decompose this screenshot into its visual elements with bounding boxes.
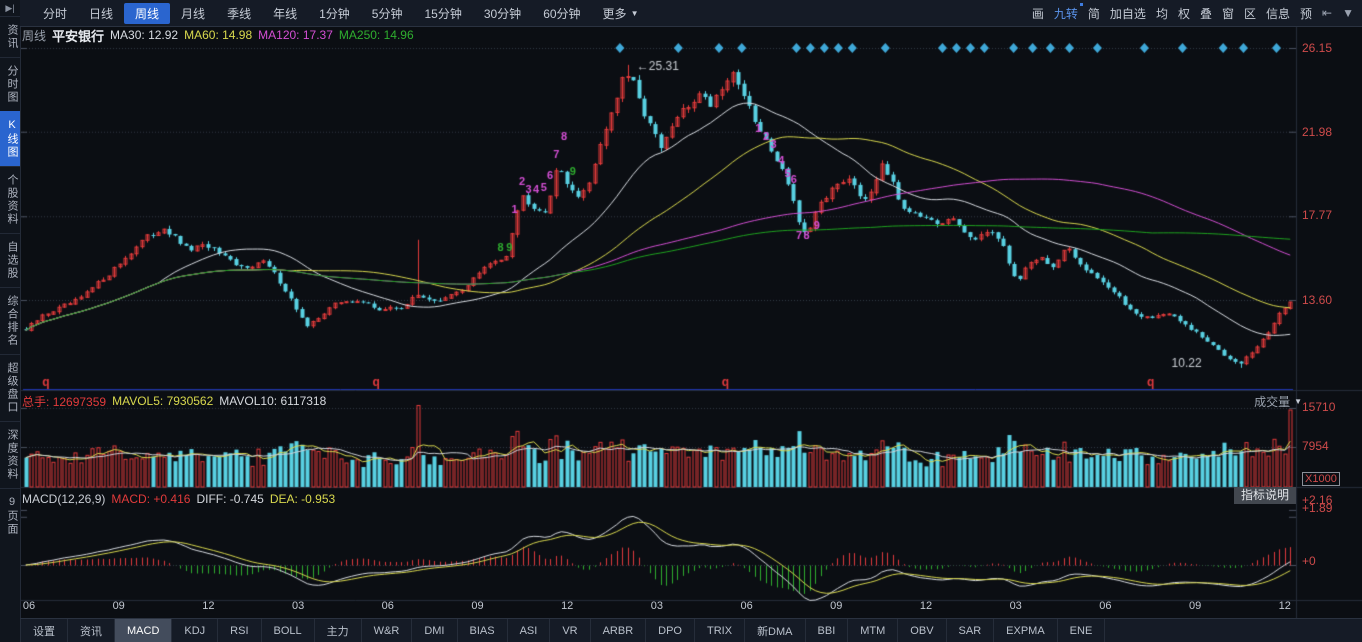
tool-item-8[interactable]: 区 <box>1244 5 1256 22</box>
indicator-tab-0[interactable]: 设置 <box>20 619 68 642</box>
indicator-tab-10[interactable]: ASI <box>508 619 551 642</box>
indicator-tab-11[interactable]: VR <box>550 619 591 642</box>
indicator-help-tooltip[interactable]: 指标说明 <box>1234 487 1296 504</box>
tool-item-0[interactable]: 画 <box>1032 5 1044 22</box>
indicator-tab-1[interactable]: 资讯 <box>68 619 115 642</box>
jump-left-icon[interactable]: ⇤ <box>1322 6 1332 20</box>
tool-item-2[interactable]: 简 <box>1088 5 1100 22</box>
volume-indicator-dropdown[interactable]: 成交量 ▼ <box>1254 393 1302 410</box>
indicator-tab-6[interactable]: 主力 <box>315 619 362 642</box>
indicator-tab-3[interactable]: KDJ <box>172 619 219 642</box>
indicator-tab-9[interactable]: BIAS <box>458 619 508 642</box>
drawing-tool-group: 画九转简加自选均权叠窗区信息预 ⇤ ▼ <box>1032 2 1362 22</box>
tool-item-3[interactable]: 加自选 <box>1110 5 1146 22</box>
indicator-tab-5[interactable]: BOLL <box>262 619 315 642</box>
sidebar-item-2[interactable]: K线图 <box>0 111 20 166</box>
indicator-tab-2[interactable]: MACD <box>115 619 173 642</box>
period-tab-group: 分时 日线 周线 月线 季线 年线 1分钟 5分钟 15分钟 30分钟 60分钟 <box>20 2 592 24</box>
indicator-tab-18[interactable]: OBV <box>898 619 947 642</box>
indicator-tab-bar: 设置 资讯 MACD KDJ RSI BOLL 主力 W&R DMI BIAS ASI VR ARBR D… <box>20 618 1362 642</box>
sidebar-item-7[interactable]: 深度资料 <box>0 421 20 488</box>
indicator-tab-20[interactable]: EXPMA <box>994 619 1058 642</box>
chevron-down-icon: ▼ <box>630 8 639 18</box>
tool-item-1[interactable]: 九转 <box>1054 2 1083 22</box>
top-toolbar: 分时 日线 周线 月线 季线 年线 1分钟 5分钟 15分钟 30分钟 60分钟 更多 ▼ 画九转简… <box>20 0 1362 27</box>
indicator-tab-12[interactable]: ARBR <box>591 619 647 642</box>
period-tab-8[interactable]: 15分钟 <box>413 3 472 24</box>
indicator-tab-16[interactable]: BBI <box>806 619 849 642</box>
sidebar-item-1[interactable]: 分时图 <box>0 57 20 111</box>
indicator-tab-17[interactable]: MTM <box>848 619 899 642</box>
period-tab-0[interactable]: 分时 <box>32 3 78 24</box>
indicator-tab-15[interactable]: 新DMA <box>745 619 806 642</box>
more-periods-button[interactable]: 更多 ▼ <box>592 3 650 24</box>
period-tab-3[interactable]: 月线 <box>170 3 216 24</box>
indicator-tab-21[interactable]: ENE <box>1058 619 1106 642</box>
tool-item-6[interactable]: 叠 <box>1200 5 1212 22</box>
tool-item-5[interactable]: 权 <box>1178 5 1190 22</box>
period-tab-5[interactable]: 年线 <box>262 3 308 24</box>
indicator-tab-8[interactable]: DMI <box>412 619 458 642</box>
tool-item-9[interactable]: 信息 <box>1266 5 1290 22</box>
period-tab-7[interactable]: 5分钟 <box>361 3 414 24</box>
sidebar-item-3[interactable]: 个股资料 <box>0 166 20 233</box>
volume-dropdown-label: 成交量 <box>1254 395 1291 409</box>
left-sidebar: ▶| 资讯 分时图 K线图 个股资料 自选股 综合排名 超级盘口 深度资料 9页面 <box>0 0 21 642</box>
period-tab-6[interactable]: 1分钟 <box>308 3 361 24</box>
period-tab-2[interactable]: 周线 <box>124 2 171 24</box>
tool-item-10[interactable]: 预 <box>1300 5 1312 22</box>
kline-canvas[interactable] <box>20 26 1362 618</box>
indicator-tab-4[interactable]: RSI <box>218 619 262 642</box>
sidebar-item-0[interactable]: 资讯 <box>0 16 20 57</box>
indicator-tab-13[interactable]: DPO <box>646 619 695 642</box>
chart-area: 周线 平安银行 MA30: 12.92 MA60: 14.98 MA120: 1… <box>20 26 1362 618</box>
period-tab-10[interactable]: 60分钟 <box>532 3 591 24</box>
period-tab-1[interactable]: 日线 <box>78 3 124 24</box>
sidebar-item-5[interactable]: 综合排名 <box>0 287 20 354</box>
sidebar-item-6[interactable]: 超级盘口 <box>0 354 20 421</box>
indicator-tab-14[interactable]: TRIX <box>695 619 746 642</box>
indicator-tab-19[interactable]: SAR <box>947 619 995 642</box>
stock-app-window: ▶| 资讯 分时图 K线图 个股资料 自选股 综合排名 超级盘口 深度资料 9页面 分时 日线 周线… <box>0 0 1362 642</box>
period-tab-9[interactable]: 30分钟 <box>473 3 532 24</box>
period-tab-4[interactable]: 季线 <box>216 3 262 24</box>
collapse-sidebar-icon[interactable]: ▶| <box>5 0 14 16</box>
chevron-down-icon[interactable]: ▼ <box>1342 6 1354 20</box>
tool-item-4[interactable]: 均 <box>1156 5 1168 22</box>
tool-item-7[interactable]: 窗 <box>1222 5 1234 22</box>
indicator-tab-7[interactable]: W&R <box>362 619 413 642</box>
more-label: 更多 <box>602 6 627 21</box>
sidebar-item-4[interactable]: 自选股 <box>0 233 20 287</box>
chevron-down-icon: ▼ <box>1294 397 1302 406</box>
sidebar-item-8[interactable]: 9页面 <box>0 488 20 543</box>
